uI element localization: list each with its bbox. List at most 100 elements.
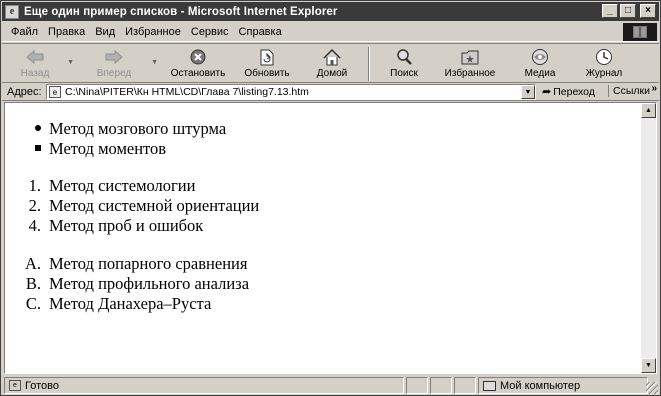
list-marker: A. [24,254,41,273]
scroll-up-arrow-icon[interactable]: ▲ [641,103,656,118]
security-zone-panel: Мой компьютер [478,377,648,394]
list-item-text: Метод попарного сравнения [49,254,248,273]
address-input[interactable]: e C:\Nina\PITER\Кн HTML\CD\Глава 7\listi… [46,84,536,100]
zone-text: Мой компьютер [500,379,581,392]
square-bullet-icon [5,139,49,159]
go-arrow-icon: ➦ [542,86,552,98]
lettered-list: A. Метод попарного сравнения B. Метод пр… [5,254,605,314]
page-icon: e [9,380,21,391]
media-label: Медиа [524,68,556,79]
back-label: Назад [20,68,50,79]
bullet-list: Метод мозгового штурма Метод моментов [5,119,605,159]
standard-toolbar: Назад ▼ Вперед ▼ Остановить Обновить Дом… [2,43,659,83]
back-button[interactable]: Назад ▼ [4,44,74,82]
maximize-button[interactable]: □ [620,4,636,18]
home-icon [323,48,341,66]
page-content: Метод мозгового штурма Метод моментов 1.… [5,103,643,373]
status-text: Готово [25,379,59,392]
disc-bullet-icon [5,119,49,139]
chevron-down-icon[interactable]: ▼ [151,59,158,66]
list-marker: 2. [28,196,41,215]
address-label: Адрес: [7,85,42,98]
go-button[interactable]: ➦ Переход [542,85,595,99]
menu-bar: Файл Правка Вид Избранное Сервис Справка [2,22,659,42]
windows-logo-icon [623,23,657,41]
back-arrow-icon [26,48,44,66]
favorites-folder-icon [461,48,479,66]
list-item: 1. Метод системологии [5,176,605,196]
scroll-down-arrow-icon[interactable]: ▼ [641,358,656,373]
status-panel-empty [430,377,452,394]
browser-window: e Еще один пример списков - Microsoft In… [0,0,661,396]
home-button[interactable]: Домой [304,44,360,82]
menu-view[interactable]: Вид [90,26,120,38]
chevron-down-icon[interactable]: ▼ [521,85,535,99]
list-marker: 1. [28,176,41,195]
list-marker: C. [25,294,41,313]
stop-icon [189,48,207,66]
list-item-text: Метод системной ориентации [49,196,260,215]
list-item: C. Метод Данахера–Руста [5,294,605,314]
ie-icon: e [5,4,19,19]
media-icon [531,48,549,66]
list-item-text: Метод Данахера–Руста [49,294,212,313]
computer-icon [483,380,496,391]
resize-grip-icon[interactable] [646,382,658,394]
minimize-button[interactable]: _ [602,4,618,18]
search-icon [395,48,413,66]
menu-favorites[interactable]: Избранное [120,26,186,38]
links-button[interactable]: Ссылки [608,85,650,97]
forward-label: Вперед [96,68,132,79]
chevron-more-icon[interactable]: » [651,83,657,94]
menu-help[interactable]: Справка [234,26,287,38]
menu-file[interactable]: Файл [6,26,43,38]
stop-button[interactable]: Остановить [162,44,234,82]
search-button[interactable]: Поиск [376,44,432,82]
home-label: Домой [316,68,348,79]
page-icon: e [49,86,61,98]
list-item-text: Метод системологии [49,176,196,195]
numbered-list: 1. Метод системологии 2. Метод системной… [5,176,605,236]
favorites-label: Избранное [444,68,496,79]
favorites-button[interactable]: Избранное [434,44,506,82]
search-label: Поиск [390,68,418,79]
refresh-label: Обновить [244,68,290,79]
forward-arrow-icon [105,48,123,66]
go-label: Переход [553,85,595,98]
stop-label: Остановить [170,68,226,79]
menu-edit[interactable]: Правка [43,26,90,38]
history-label: Журнал [585,68,623,79]
status-panel-empty [454,377,476,394]
menu-tools[interactable]: Сервис [186,26,234,38]
list-item: Метод моментов [5,139,605,159]
title-bar: e Еще один пример списков - Microsoft In… [2,2,659,21]
address-bar: Адрес: e C:\Nina\PITER\Кн HTML\CD\Глава … [2,83,659,101]
list-item-text: Метод мозгового штурма [49,119,227,138]
list-item: 2. Метод системной ориентации [5,196,605,216]
toolbar-separator [368,47,370,81]
close-button[interactable]: × [640,4,656,18]
media-button[interactable]: Медиа [512,44,568,82]
vertical-scrollbar[interactable]: ▲ ▼ [641,103,656,373]
refresh-button[interactable]: Обновить [234,44,300,82]
list-item: A. Метод попарного сравнения [5,254,605,274]
status-panel: e Готово [4,377,404,394]
window-title: Еще один пример списков - Microsoft Inte… [24,5,338,18]
chevron-down-icon[interactable]: ▼ [67,59,74,66]
status-bar: e Готово Мой компьютер [2,376,659,395]
list-item: 4. Метод проб и ошибок [5,216,605,236]
list-item-text: Метод моментов [49,139,167,158]
list-marker: B. [25,274,41,293]
list-item-text: Метод профильного анализа [49,274,250,293]
refresh-icon [258,48,276,66]
page-viewport: Метод мозгового штурма Метод моментов 1.… [4,102,657,374]
list-item: Метод мозгового штурма [5,119,605,139]
list-marker: 4. [28,216,41,235]
list-item-text: Метод проб и ошибок [49,216,204,235]
history-button[interactable]: Журнал [576,44,632,82]
window-controls: _ □ × [602,4,656,18]
history-clock-icon [595,48,613,66]
status-panel-empty [406,377,428,394]
forward-button[interactable]: Вперед ▼ [78,44,158,82]
address-url[interactable]: C:\Nina\PITER\Кн HTML\CD\Глава 7\listing… [65,86,309,98]
